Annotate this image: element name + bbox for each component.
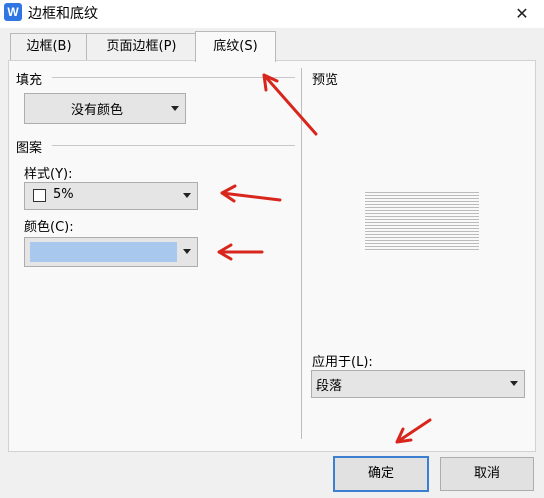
tab-borders[interactable]: 边框(B) [10, 33, 88, 60]
fill-color-dropdown[interactable]: 没有颜色 [24, 93, 186, 124]
chevron-down-icon [171, 106, 179, 111]
pattern-style-dropdown[interactable]: 5% [24, 182, 198, 210]
chevron-down-icon [183, 249, 191, 254]
pattern-swatch-icon [33, 189, 46, 202]
wps-writer-icon: W [4, 3, 22, 21]
apply-to-label: 应用于(L): [312, 355, 373, 370]
pattern-color-label: 颜色(C): [24, 220, 74, 235]
style-label: 样式(Y): [24, 167, 73, 182]
chevron-down-icon [183, 193, 191, 198]
apply-to-dropdown[interactable]: 段落 [311, 370, 525, 398]
window-title: 边框和底纹 [28, 6, 98, 22]
tab-shading[interactable]: 底纹(S) [195, 31, 276, 62]
fill-color-value: 没有颜色 [70, 103, 123, 118]
ok-button[interactable]: 确定 [333, 456, 429, 492]
fill-divider [52, 77, 295, 78]
pattern-section-label: 图案 [16, 141, 43, 156]
cancel-button[interactable]: 取消 [440, 457, 534, 491]
pattern-color-swatch [30, 242, 177, 262]
pattern-color-dropdown[interactable] [24, 237, 198, 267]
pattern-divider [52, 145, 295, 146]
fill-section-label: 填充 [16, 73, 43, 88]
panel-separator [301, 68, 302, 439]
apply-to-value: 段落 [316, 379, 343, 394]
pattern-style-value: 5% [53, 187, 74, 202]
preview-label: 预览 [312, 73, 339, 88]
tab-page-borders[interactable]: 页面边框(P) [86, 33, 197, 60]
close-button[interactable]: ✕ [500, 0, 544, 28]
preview-pattern [365, 190, 479, 250]
chevron-down-icon [510, 381, 518, 386]
title-bar: W 边框和底纹 ✕ [0, 0, 544, 28]
